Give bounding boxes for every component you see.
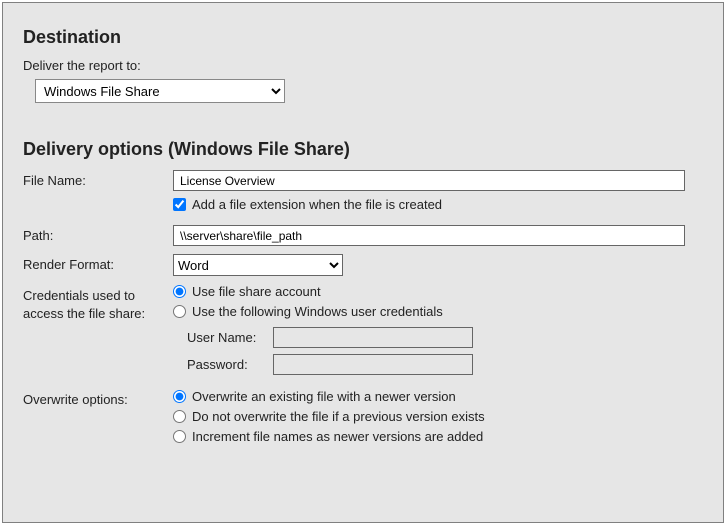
overwrite-newer-radio[interactable] bbox=[173, 390, 186, 403]
overwrite-none-radio[interactable] bbox=[173, 410, 186, 423]
add-extension-label: Add a file extension when the file is cr… bbox=[192, 197, 442, 212]
deliver-label: Deliver the report to: bbox=[23, 58, 703, 73]
credentials-label: Credentials used to access the file shar… bbox=[23, 284, 173, 322]
password-input[interactable] bbox=[273, 354, 473, 375]
file-name-input[interactable] bbox=[173, 170, 685, 191]
overwrite-increment-label: Increment file names as newer versions a… bbox=[192, 429, 483, 444]
path-input[interactable] bbox=[173, 225, 685, 246]
password-label: Password: bbox=[187, 357, 273, 372]
overwrite-increment-radio[interactable] bbox=[173, 430, 186, 443]
overwrite-none-label: Do not overwrite the file if a previous … bbox=[192, 409, 485, 424]
add-extension-checkbox[interactable] bbox=[173, 198, 186, 211]
username-input[interactable] bbox=[273, 327, 473, 348]
overwrite-newer-label: Overwrite an existing file with a newer … bbox=[192, 389, 456, 404]
overwrite-label: Overwrite options: bbox=[23, 389, 173, 407]
cred-windows-radio[interactable] bbox=[173, 305, 186, 318]
delivery-options-heading: Delivery options (Windows File Share) bbox=[23, 139, 703, 160]
username-label: User Name: bbox=[187, 330, 273, 345]
settings-panel: Destination Deliver the report to: Windo… bbox=[2, 2, 724, 523]
cred-share-radio[interactable] bbox=[173, 285, 186, 298]
path-label: Path: bbox=[23, 225, 173, 243]
cred-windows-label: Use the following Windows user credentia… bbox=[192, 304, 443, 319]
deliver-select[interactable]: Windows File Share bbox=[35, 79, 285, 103]
render-format-select[interactable]: Word bbox=[173, 254, 343, 276]
cred-share-label: Use file share account bbox=[192, 284, 321, 299]
file-name-label: File Name: bbox=[23, 170, 173, 188]
render-format-label: Render Format: bbox=[23, 254, 173, 272]
destination-heading: Destination bbox=[23, 27, 703, 48]
